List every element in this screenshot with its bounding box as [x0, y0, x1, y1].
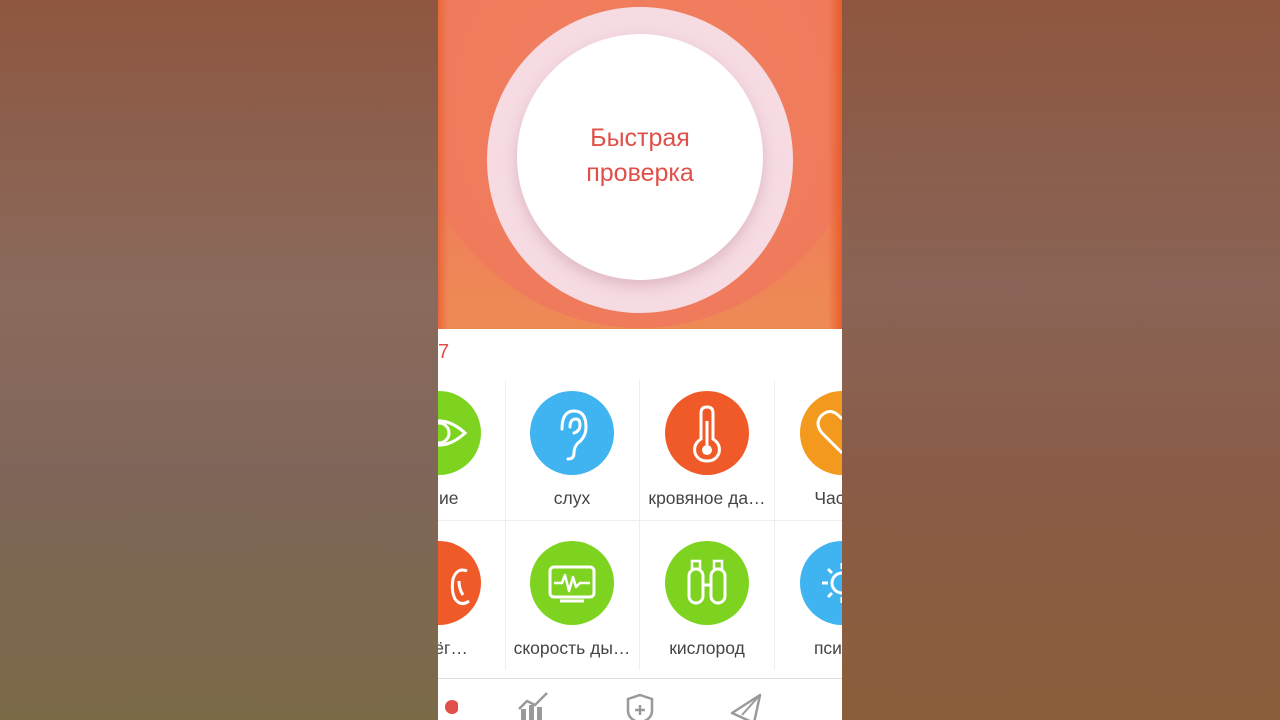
tile-circle — [665, 541, 749, 625]
tile-label: скорость ды… — [513, 638, 631, 658]
tile-label: психол — [813, 638, 842, 658]
breath-monitor-icon — [548, 565, 596, 603]
hero-edge-right — [828, 0, 842, 329]
tile-circle — [530, 391, 614, 475]
bottom-navigation — [438, 678, 842, 720]
tile-breath-rate[interactable]: скорость ды… — [504, 520, 640, 670]
nav-home[interactable] — [438, 679, 468, 720]
backdrop-left — [0, 0, 438, 720]
tile-label: кровяное да… — [648, 488, 766, 508]
nav-send[interactable] — [716, 679, 776, 720]
thermometer-icon — [693, 405, 721, 463]
tile-circle — [665, 391, 749, 475]
tile-vision[interactable]: ение — [438, 370, 507, 520]
tile-circle — [438, 541, 481, 625]
eye-icon — [438, 419, 468, 447]
backdrop-right — [842, 0, 1280, 720]
tile-label: Частот — [814, 488, 842, 508]
tile-lungs[interactable]: ь лёг… — [438, 520, 507, 670]
nav-statistics[interactable] — [503, 679, 563, 720]
section-counter: 7 — [438, 341, 450, 363]
test-grid: ение слух кровяное да… — [438, 370, 842, 680]
tile-circle — [438, 391, 481, 475]
tile-oxygen[interactable]: кислород — [639, 520, 775, 670]
oxygen-tanks-icon — [687, 559, 727, 605]
tile-label: ение — [438, 488, 459, 508]
tile-label: кислород — [669, 638, 745, 658]
tile-blood-pressure[interactable]: кровяное да… — [639, 370, 775, 520]
tile-label: слух — [553, 488, 591, 508]
health-shield-icon — [626, 693, 654, 720]
statistics-icon — [518, 692, 548, 720]
quick-check-button[interactable]: Быстрая проверка — [517, 34, 763, 280]
tile-hearing[interactable]: слух — [504, 370, 640, 520]
hero-edge-left — [438, 0, 448, 329]
hero-banner: Быстрая проверка — [438, 0, 842, 329]
lungs-icon — [450, 568, 470, 606]
ear-icon — [560, 409, 588, 461]
home-icon — [445, 700, 458, 714]
tile-label: ь лёг… — [438, 638, 468, 658]
tile-heart-rate[interactable]: Частот — [774, 370, 842, 520]
tile-circle — [530, 541, 614, 625]
nav-health[interactable] — [610, 679, 670, 720]
tile-psychology[interactable]: психол — [774, 520, 842, 670]
tile-circle — [800, 541, 842, 625]
psychology-icon — [822, 563, 842, 603]
send-icon — [730, 693, 762, 720]
tile-circle — [800, 391, 842, 475]
quick-check-label: Быстрая проверка — [586, 124, 694, 187]
phone-screen: Быстрая проверка 7 ение — [438, 0, 842, 720]
heart-rate-icon — [816, 410, 842, 455]
